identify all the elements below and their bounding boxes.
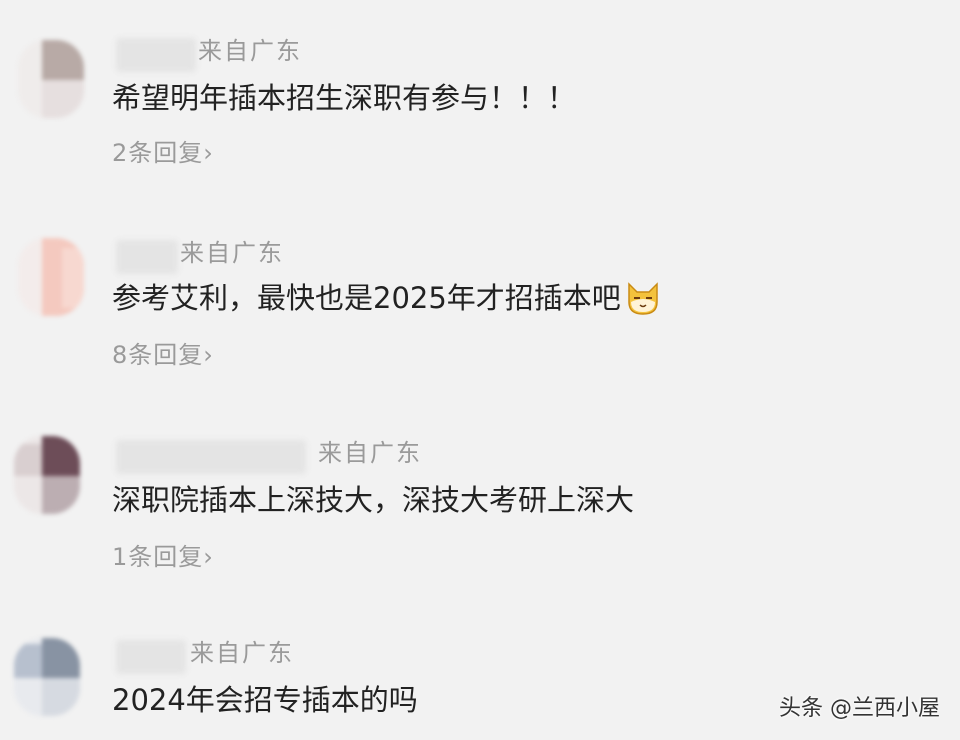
username-blurred[interactable] (116, 240, 178, 274)
location-label: 来自广东 (180, 239, 284, 267)
avatar[interactable] (14, 436, 80, 514)
location-label: 来自广东 (198, 37, 302, 65)
avatar[interactable] (18, 238, 84, 316)
replies-link[interactable]: 2条回复› (112, 138, 214, 168)
replies-link[interactable]: 8条回复› (112, 340, 214, 370)
username-blurred[interactable] (116, 440, 306, 474)
replies-link[interactable]: 1条回复› (112, 542, 214, 572)
username-blurred[interactable] (116, 38, 196, 72)
comment-text-body: 参考艾利，最快也是2025年才招插本吧 (112, 281, 621, 315)
username-blurred[interactable] (116, 640, 186, 674)
comment-text: 2024年会招专插本的吗 (112, 683, 418, 717)
location-label: 来自广东 (190, 639, 294, 667)
location-label: 来自广东 (318, 439, 422, 467)
comment-text: 深职院插本上深技大，深技大考研上深大 (112, 483, 635, 517)
comment-text: 参考艾利，最快也是2025年才招插本吧 (112, 278, 663, 320)
avatar[interactable] (18, 40, 84, 118)
avatar[interactable] (14, 638, 80, 716)
comment-text: 希望明年插本招生深职有参与！！！ (112, 81, 577, 115)
cat-face-icon (623, 278, 663, 318)
watermark: 头条 @兰西小屋 (779, 696, 940, 721)
